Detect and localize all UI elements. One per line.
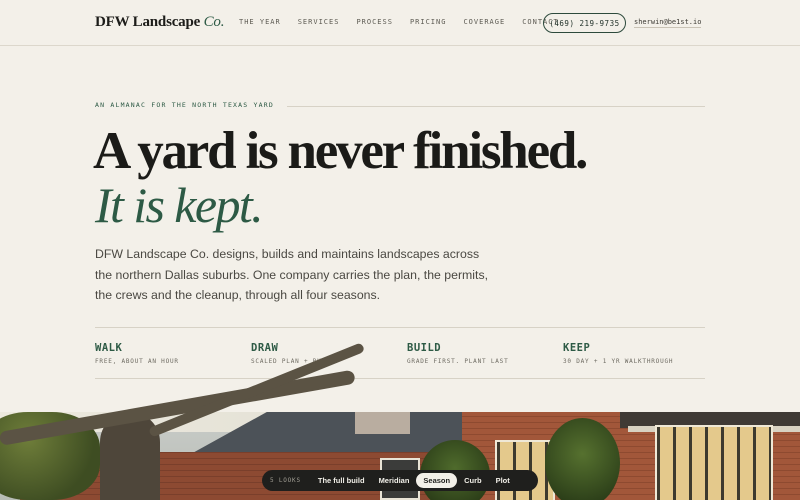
photo-siding	[355, 412, 410, 434]
eyebrow-row: AN ALMANAC FOR THE NORTH TEXAS YARD	[95, 101, 705, 111]
nav-link-process[interactable]: PROCESS	[356, 18, 393, 26]
step-title: BUILD	[407, 342, 442, 354]
step-walk: WALK FREE, ABOUT AN HOUR	[95, 342, 179, 365]
look-option-plot[interactable]: Plot	[489, 473, 517, 488]
hero-lede: DFW Landscape Co. designs, builds and ma…	[95, 247, 489, 302]
step-keep: KEEP 30 DAY + 1 YR WALKTHROUGH	[563, 342, 673, 365]
nav-links: THE YEAR SERVICES PROCESS PRICING COVERA…	[239, 18, 576, 26]
hero-headline-accent: It is kept.	[95, 177, 264, 233]
photo-shrub	[545, 418, 620, 500]
look-option-curb[interactable]: Curb	[457, 473, 489, 488]
brand-name: DFW Landscape	[95, 14, 201, 30]
top-navigation: DFW Landscape Co. THE YEAR SERVICES PROC…	[0, 0, 800, 46]
brand-logo[interactable]: DFW Landscape Co.	[95, 14, 224, 31]
look-option-meridian[interactable]: Meridian	[372, 473, 417, 488]
nav-link-the-year[interactable]: THE YEAR	[239, 18, 281, 26]
nav-link-services[interactable]: SERVICES	[298, 18, 340, 26]
looks-label: 5 LOOKS	[270, 477, 301, 484]
step-subtitle: FREE, ABOUT AN HOUR	[95, 358, 179, 365]
phone-button[interactable]: (469) 219-9735	[543, 13, 626, 33]
brand-suffix: Co.	[203, 14, 225, 30]
step-subtitle: GRADE FIRST. PLANT LAST	[407, 358, 509, 365]
nav-link-coverage[interactable]: COVERAGE	[463, 18, 505, 26]
hero-headline: A yard is never finished.	[93, 122, 588, 180]
look-option-season[interactable]: Season	[416, 473, 458, 488]
step-title: DRAW	[251, 342, 279, 354]
eyebrow-text: AN ALMANAC FOR THE NORTH TEXAS YARD	[95, 101, 274, 109]
nav-link-pricing[interactable]: PRICING	[410, 18, 447, 26]
step-subtitle: 30 DAY + 1 YR WALKTHROUGH	[563, 358, 674, 365]
step-title: KEEP	[563, 342, 591, 354]
step-build: BUILD GRADE FIRST. PLANT LAST	[407, 342, 508, 365]
process-steps: WALK FREE, ABOUT AN HOUR DRAW SCALED PLA…	[95, 327, 705, 379]
look-option-full-build[interactable]: The full build	[311, 473, 372, 488]
photo-window	[655, 425, 773, 500]
step-title: WALK	[95, 342, 123, 354]
looks-switcher: 5 LOOKS The full build Meridian Season C…	[262, 470, 538, 491]
eyebrow-divider	[287, 106, 705, 107]
email-link[interactable]: sherwin@be1st.io	[634, 18, 702, 28]
